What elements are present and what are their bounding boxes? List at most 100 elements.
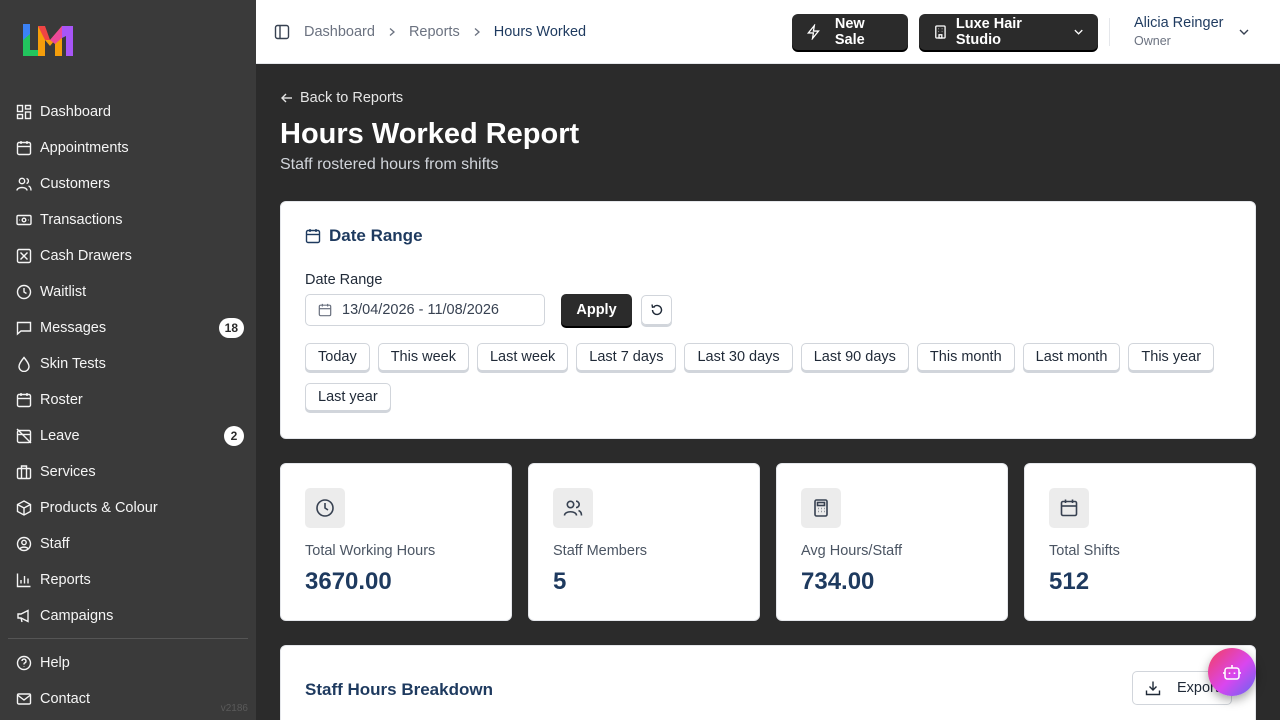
- bot-icon: [1223, 665, 1241, 680]
- new-sale-button[interactable]: New Sale: [792, 14, 908, 50]
- sidebar-item-label: Help: [40, 655, 70, 671]
- banknote-icon: [16, 214, 32, 226]
- preset-last-month[interactable]: Last month: [1022, 343, 1121, 371]
- sidebar-toggle-icon[interactable]: [274, 24, 290, 40]
- sidebar-item-label: Staff: [40, 536, 70, 552]
- droplet-icon: [18, 356, 30, 372]
- sidebar-item-products-colour[interactable]: Products & Colour: [0, 490, 256, 526]
- calendar-icon: [1060, 499, 1078, 517]
- breadcrumb-dashboard[interactable]: Dashboard: [304, 24, 375, 40]
- user-circle-icon: [16, 536, 32, 552]
- preset-today[interactable]: Today: [305, 343, 370, 371]
- apply-button[interactable]: Apply: [561, 294, 632, 326]
- sidebar-item-label: Transactions: [40, 212, 123, 228]
- message-icon: [16, 321, 32, 336]
- zap-icon: [806, 24, 820, 40]
- building-icon: [935, 25, 946, 39]
- preset-last-30-days[interactable]: Last 30 days: [684, 343, 793, 371]
- app-version: v2186: [220, 703, 248, 714]
- dashboard-icon: [16, 104, 32, 120]
- sidebar-item-services[interactable]: Services: [0, 454, 256, 490]
- stat-value: 734.00: [801, 568, 875, 595]
- sidebar-item-contact[interactable]: Contact: [0, 681, 256, 717]
- sidebar-item-messages[interactable]: Messages 18: [0, 310, 256, 346]
- studio-selector[interactable]: Luxe Hair Studio: [919, 14, 1098, 50]
- sidebar-item-roster[interactable]: Roster: [0, 382, 256, 418]
- stat-card-total-shifts: Total Shifts 512: [1024, 463, 1256, 621]
- studio-label: Luxe Hair Studio: [955, 16, 1022, 48]
- preset-last-90-days[interactable]: Last 90 days: [800, 343, 909, 371]
- leave-count-badge: 2: [224, 426, 244, 446]
- stat-label: Total Shifts: [1049, 543, 1120, 559]
- sidebar-item-transactions[interactable]: Transactions: [0, 202, 256, 238]
- sidebar-item-leave[interactable]: Leave 2: [0, 418, 256, 454]
- bar-chart-icon: [16, 573, 31, 588]
- calendar-clock-icon: [16, 393, 32, 408]
- sidebar-item-reports[interactable]: Reports: [0, 562, 256, 598]
- preset-this-month[interactable]: This month: [916, 343, 1015, 371]
- sidebar-item-cash-drawers[interactable]: Cash Drawers: [0, 238, 256, 274]
- megaphone-icon: [17, 609, 29, 623]
- sidebar-item-label: Campaigns: [40, 608, 114, 624]
- breadcrumb: Dashboard Reports Hours Worked: [304, 0, 586, 64]
- sidebar-item-label: Messages: [40, 320, 107, 336]
- stat-label: Staff Members: [553, 543, 648, 559]
- breadcrumb-reports[interactable]: Reports: [409, 24, 460, 40]
- stat-icon-box: [801, 488, 841, 528]
- top-bar: Dashboard Reports Hours Worked New Sale …: [256, 0, 1280, 64]
- stat-icon-box: [1049, 488, 1089, 528]
- stat-value: 5: [553, 568, 567, 595]
- date-range-value: 13/04/2026 - 11/08/2026: [342, 302, 499, 318]
- user-name: Alicia Reinger: [1134, 15, 1224, 31]
- sidebar-item-skin-tests[interactable]: Skin Tests: [0, 346, 256, 382]
- date-presets: Today This week Last week Last 7 days La…: [305, 343, 1235, 411]
- preset-this-year[interactable]: This year: [1128, 343, 1215, 371]
- reset-button[interactable]: [641, 295, 672, 325]
- sidebar-item-label: Dashboard: [40, 104, 111, 120]
- app-logo[interactable]: [20, 20, 76, 60]
- briefcase-icon: [16, 465, 32, 480]
- sidebar-item-help[interactable]: Help: [0, 645, 256, 681]
- user-menu[interactable]: Alicia Reinger Owner: [1134, 15, 1223, 48]
- sidebar-item-campaigns[interactable]: Campaigns: [0, 598, 256, 634]
- date-range-heading-text: Date Range: [329, 226, 423, 245]
- calculator-icon: [814, 499, 828, 517]
- user-role: Owner: [1134, 34, 1171, 48]
- sidebar-item-appointments[interactable]: Appointments: [0, 130, 256, 166]
- sidebar-item-waitlist[interactable]: Waitlist: [0, 274, 256, 310]
- download-icon: [1145, 681, 1161, 696]
- breadcrumb-hours-worked: Hours Worked: [493, 24, 587, 40]
- page-subtitle: Staff rostered hours from shifts: [280, 156, 499, 173]
- sidebar-divider: [8, 638, 248, 639]
- preset-last-7-days[interactable]: Last 7 days: [576, 343, 677, 371]
- preset-this-week[interactable]: This week: [377, 343, 469, 371]
- ai-assistant-button[interactable]: [1208, 648, 1256, 696]
- back-to-reports-link[interactable]: Back to Reports: [280, 90, 403, 106]
- sidebar-item-dashboard[interactable]: Dashboard: [0, 94, 256, 130]
- clock-icon: [316, 499, 334, 517]
- preset-last-year[interactable]: Last year: [305, 383, 391, 411]
- stat-card-staff-members: Staff Members 5: [528, 463, 760, 621]
- date-range-label: Date Range: [305, 272, 383, 288]
- chevron-down-icon[interactable]: [1238, 26, 1250, 38]
- rotate-ccw-icon: [650, 304, 662, 316]
- breakdown-title: Staff Hours Breakdown: [305, 680, 493, 699]
- chevron-right-icon: [389, 28, 395, 36]
- calendar-icon: [318, 303, 332, 317]
- header-divider: [1109, 18, 1110, 46]
- arrow-left-icon: [281, 93, 292, 103]
- sidebar-item-staff[interactable]: Staff: [0, 526, 256, 562]
- preset-last-week[interactable]: Last week: [476, 343, 569, 371]
- stat-value: 512: [1049, 568, 1090, 595]
- sidebar-item-label: Roster: [40, 392, 83, 408]
- stat-icon-box: [305, 488, 345, 528]
- date-range-card: Date Range Date Range 13/04/2026 - 11/08…: [280, 201, 1256, 439]
- sidebar-nav: Dashboard Appointments Customers Transac…: [0, 94, 256, 717]
- calendar-icon: [16, 141, 32, 156]
- sidebar-item-customers[interactable]: Customers: [0, 166, 256, 202]
- date-range-input[interactable]: 13/04/2026 - 11/08/2026: [305, 294, 545, 326]
- sidebar-item-label: Leave: [40, 428, 80, 444]
- sidebar-item-label: Appointments: [40, 140, 129, 156]
- users-icon: [16, 177, 32, 191]
- cash-drawer-icon: [16, 248, 32, 264]
